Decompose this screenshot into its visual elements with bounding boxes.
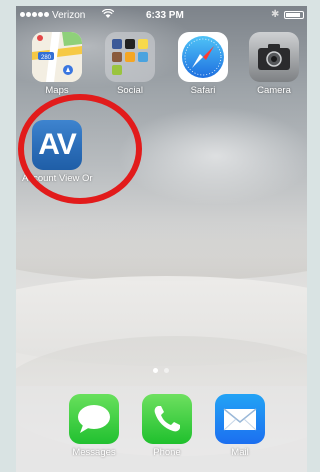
wifi-icon bbox=[102, 9, 114, 18]
page-dot bbox=[153, 368, 158, 373]
app-label: Safari bbox=[190, 85, 216, 96]
app-phone[interactable]: Phone bbox=[136, 394, 198, 458]
home-screen: Verizon 6:33 PM ✱ 280 Maps Social Safari… bbox=[16, 6, 307, 472]
clock: 6:33 PM bbox=[146, 10, 184, 21]
svg-text:280: 280 bbox=[41, 55, 52, 61]
page-dot bbox=[164, 368, 169, 373]
app-camera[interactable]: Camera bbox=[243, 32, 305, 96]
page-indicator[interactable] bbox=[153, 368, 169, 373]
app-label: Phone bbox=[153, 447, 181, 458]
app-maps[interactable]: 280 Maps bbox=[26, 32, 88, 96]
carrier-name: Verizon bbox=[52, 10, 86, 21]
messages-icon bbox=[69, 394, 119, 444]
app-label: Camera bbox=[257, 85, 291, 96]
app-safari[interactable]: Safari bbox=[172, 32, 234, 96]
highlight-circle bbox=[18, 94, 142, 204]
status-bar: Verizon 6:33 PM ✱ bbox=[16, 6, 307, 26]
app-social-folder[interactable]: Social bbox=[99, 32, 161, 96]
app-label: Mail bbox=[231, 447, 249, 458]
bluetooth-icon: ✱ bbox=[271, 9, 280, 20]
maps-icon: 280 bbox=[32, 32, 82, 82]
app-mail[interactable]: Mail bbox=[209, 394, 271, 458]
app-label: Messages bbox=[72, 447, 116, 458]
camera-icon bbox=[249, 32, 299, 82]
battery-icon bbox=[284, 11, 304, 19]
app-label: Social bbox=[117, 85, 143, 96]
phone-icon bbox=[142, 394, 192, 444]
mail-icon bbox=[215, 394, 265, 444]
app-messages[interactable]: Messages bbox=[63, 394, 125, 458]
safari-icon bbox=[178, 32, 228, 82]
signal-strength-icon bbox=[20, 12, 49, 17]
wallpaper-dune bbox=[16, 221, 307, 281]
social-folder-icon bbox=[105, 32, 155, 82]
